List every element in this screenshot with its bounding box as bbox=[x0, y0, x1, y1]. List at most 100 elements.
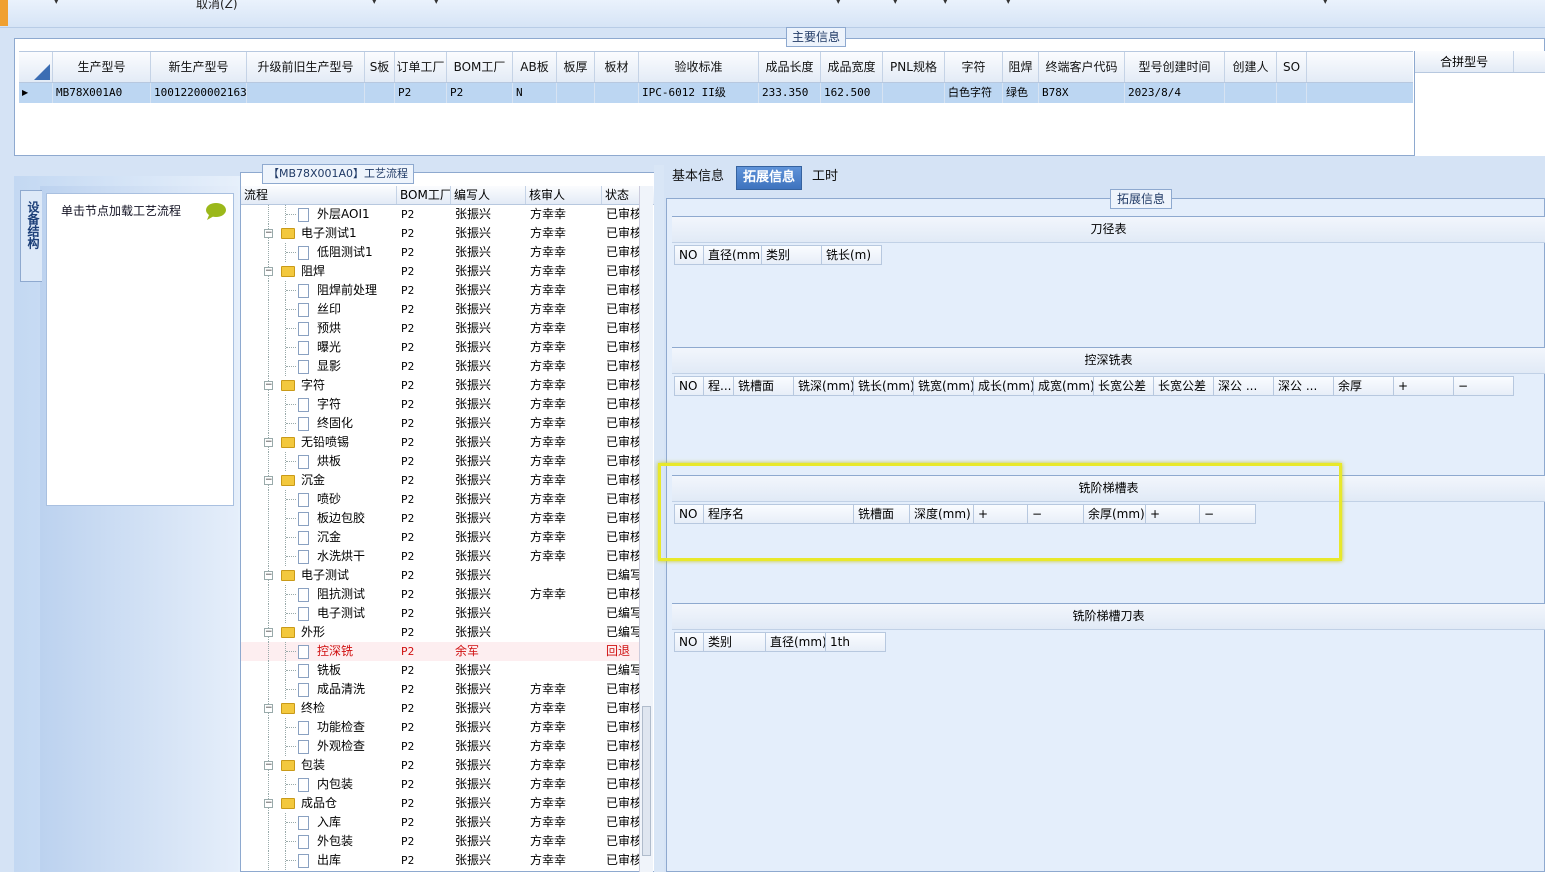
grid-cell[interactable]: P2 bbox=[395, 83, 447, 103]
collapse-icon[interactable]: − bbox=[264, 628, 273, 637]
dropdown-arrow-icon[interactable]: ▾ bbox=[836, 0, 841, 7]
process-row[interactable]: 曝光 P2 张振兴 方幸幸 已审核 bbox=[241, 338, 641, 357]
process-row[interactable]: 烘板 P2 张振兴 方幸幸 已审核 bbox=[241, 452, 641, 471]
grid-cell[interactable]: 162.500 bbox=[821, 83, 883, 103]
column-header[interactable]: 板材 bbox=[595, 52, 639, 82]
column-header[interactable]: + bbox=[1394, 376, 1454, 396]
grid-cell[interactable]: 白色字符 bbox=[945, 83, 1003, 103]
tab-equipment-structure[interactable]: 设备结构 bbox=[20, 190, 42, 282]
collapse-icon[interactable]: − bbox=[264, 571, 273, 580]
equipment-tree[interactable]: 单击节点加载工艺流程 bbox=[46, 193, 234, 506]
tab-basic-info[interactable]: 基本信息 bbox=[666, 166, 730, 190]
process-row[interactable]: − 终检 P2 张振兴 方幸幸 已审核 bbox=[241, 699, 641, 718]
process-row[interactable]: − 电子测试 P2 张振兴 已编写 bbox=[241, 566, 641, 585]
cancel-label[interactable]: 取消(Z) bbox=[196, 0, 238, 12]
column-header[interactable]: 成品宽度 bbox=[821, 52, 883, 82]
column-header[interactable]: S板 bbox=[365, 52, 395, 82]
process-row[interactable]: 内包装 P2 张振兴 方幸幸 已审核 bbox=[241, 775, 641, 794]
column-header[interactable]: 深公 ... bbox=[1214, 376, 1274, 396]
grid-cell[interactable]: MB78X001A0 bbox=[53, 83, 151, 103]
process-column-header[interactable]: BOM工厂 bbox=[397, 186, 451, 204]
column-header[interactable]: NO bbox=[674, 632, 704, 652]
scroll-thumb[interactable] bbox=[642, 706, 651, 856]
grid-cell[interactable] bbox=[365, 83, 395, 103]
grid-cell[interactable] bbox=[557, 83, 595, 103]
process-row[interactable]: − 成品仓 P2 张振兴 方幸幸 已审核 bbox=[241, 794, 641, 813]
column-header[interactable]: 类别 bbox=[704, 632, 766, 652]
column-header[interactable]: 铣槽面 bbox=[734, 376, 794, 396]
process-row[interactable]: − 阻焊 P2 张振兴 方幸幸 已审核 bbox=[241, 262, 641, 281]
column-header[interactable]: 创建人 bbox=[1225, 52, 1277, 82]
process-row[interactable]: 低阻测试1 P2 张振兴 方幸幸 已审核 bbox=[241, 243, 641, 262]
column-header[interactable]: 验收标准 bbox=[639, 52, 759, 82]
grid-cell[interactable] bbox=[1225, 83, 1277, 103]
process-row[interactable]: 铣板 P2 张振兴 已编写 bbox=[241, 661, 641, 680]
column-header[interactable]: 深公 ... bbox=[1274, 376, 1334, 396]
column-header[interactable]: PNL规格 bbox=[883, 52, 945, 82]
process-row[interactable]: − 无铅喷锡 P2 张振兴 方幸幸 已审核 bbox=[241, 433, 641, 452]
column-header[interactable]: BOM工厂 bbox=[447, 52, 513, 82]
process-row[interactable]: 字符 P2 张振兴 方幸幸 已审核 bbox=[241, 395, 641, 414]
process-row[interactable]: 显影 P2 张振兴 方幸幸 已审核 bbox=[241, 357, 641, 376]
collapse-icon[interactable]: − bbox=[264, 229, 273, 238]
column-header[interactable]: 长宽公差 bbox=[1154, 376, 1214, 396]
column-header[interactable]: 生产型号 bbox=[53, 52, 151, 82]
grid-cell[interactable]: 10012200002163 bbox=[151, 83, 247, 103]
process-row[interactable]: 丝印 P2 张振兴 方幸幸 已审核 bbox=[241, 300, 641, 319]
main-grid-row[interactable]: ▶ MB78X001A0 10012200002163 P2 P2 N IPC-6012 I… bbox=[19, 83, 1413, 103]
process-row[interactable]: − 字符 P2 张振兴 方幸幸 已审核 bbox=[241, 376, 641, 395]
grid-cell[interactable]: N bbox=[513, 83, 557, 103]
process-row[interactable]: − 包装 P2 张振兴 方幸幸 已审核 bbox=[241, 756, 641, 775]
process-row[interactable]: 阻抗测试 P2 张振兴 方幸幸 已审核 bbox=[241, 585, 641, 604]
column-header[interactable]: NO bbox=[674, 376, 704, 396]
process-row[interactable]: 出库 P2 张振兴 方幸幸 已审核 bbox=[241, 851, 641, 870]
process-row[interactable]: 板边包胶 P2 张振兴 方幸幸 已审核 bbox=[241, 509, 641, 528]
dropdown-arrow-icon[interactable]: ▾ bbox=[434, 0, 439, 7]
column-header[interactable]: 阻焊 bbox=[1003, 52, 1039, 82]
column-header[interactable]: 型号创建时间 bbox=[1125, 52, 1225, 82]
dropdown-arrow-icon[interactable]: ▾ bbox=[943, 0, 948, 7]
process-column-header[interactable]: 编写人 bbox=[451, 186, 526, 204]
column-header[interactable]: 铣深(mm) bbox=[794, 376, 854, 396]
process-row[interactable]: 电子测试 P2 张振兴 已编写 bbox=[241, 604, 641, 623]
column-header[interactable]: 板厚 bbox=[557, 52, 595, 82]
column-header[interactable]: 终端客户代码 bbox=[1039, 52, 1125, 82]
column-header[interactable]: 1th bbox=[826, 632, 886, 652]
tab-work-hours[interactable]: 工时 bbox=[806, 166, 844, 190]
dropdown-arrow-icon[interactable]: ▾ bbox=[1323, 0, 1328, 7]
process-row[interactable]: 入库 P2 张振兴 方幸幸 已审核 bbox=[241, 813, 641, 832]
process-row[interactable]: 外包装 P2 张振兴 方幸幸 已审核 bbox=[241, 832, 641, 851]
process-column-header[interactable]: 核审人 bbox=[526, 186, 602, 204]
column-header[interactable]: 程... bbox=[704, 376, 734, 396]
process-row[interactable]: 功能检查 P2 张振兴 方幸幸 已审核 bbox=[241, 718, 641, 737]
grid-cell[interactable]: 绿色 bbox=[1003, 83, 1039, 103]
process-row[interactable]: − 沉金 P2 张振兴 方幸幸 已审核 bbox=[241, 471, 641, 490]
dropdown-arrow-icon[interactable]: ▾ bbox=[54, 0, 59, 7]
process-row[interactable]: 外层AOI1 P2 张振兴 方幸幸 已审核 bbox=[241, 205, 641, 224]
column-header[interactable]: 升级前旧生产型号 bbox=[247, 52, 365, 82]
column-header[interactable]: 成宽(mm) bbox=[1034, 376, 1094, 396]
collapse-icon[interactable]: − bbox=[264, 438, 273, 447]
grid-cell[interactable]: IPC-6012 II级 bbox=[639, 83, 759, 103]
column-header[interactable]: 直径(mm) bbox=[766, 632, 826, 652]
collapse-icon[interactable]: − bbox=[264, 799, 273, 808]
process-row[interactable]: 阻焊前处理 P2 张振兴 方幸幸 已审核 bbox=[241, 281, 641, 300]
column-header[interactable]: 铣长(mm) bbox=[854, 376, 914, 396]
grid-cell[interactable] bbox=[595, 83, 639, 103]
process-row[interactable]: 沉金 P2 张振兴 方幸幸 已审核 bbox=[241, 528, 641, 547]
column-header[interactable]: 铣宽(mm) bbox=[914, 376, 974, 396]
process-row[interactable]: 成品清洗 P2 张振兴 方幸幸 已审核 bbox=[241, 680, 641, 699]
grid-cell[interactable]: 233.350 bbox=[759, 83, 821, 103]
column-header[interactable]: 字符 bbox=[945, 52, 1003, 82]
column-header[interactable]: 订单工厂 bbox=[395, 52, 447, 82]
process-row[interactable]: − 外形 P2 张振兴 已编写 bbox=[241, 623, 641, 642]
tab-extended-info[interactable]: 拓展信息 bbox=[736, 166, 803, 190]
process-column-header[interactable]: 流程 bbox=[241, 186, 397, 204]
collapse-icon[interactable]: − bbox=[264, 267, 273, 276]
grid-cell[interactable] bbox=[883, 83, 945, 103]
grid-cell[interactable]: B78X bbox=[1039, 83, 1125, 103]
grid-corner[interactable] bbox=[19, 52, 53, 82]
column-header[interactable]: 类别 bbox=[762, 245, 822, 265]
column-header[interactable]: 余厚 bbox=[1334, 376, 1394, 396]
process-scrollbar[interactable] bbox=[639, 186, 653, 872]
